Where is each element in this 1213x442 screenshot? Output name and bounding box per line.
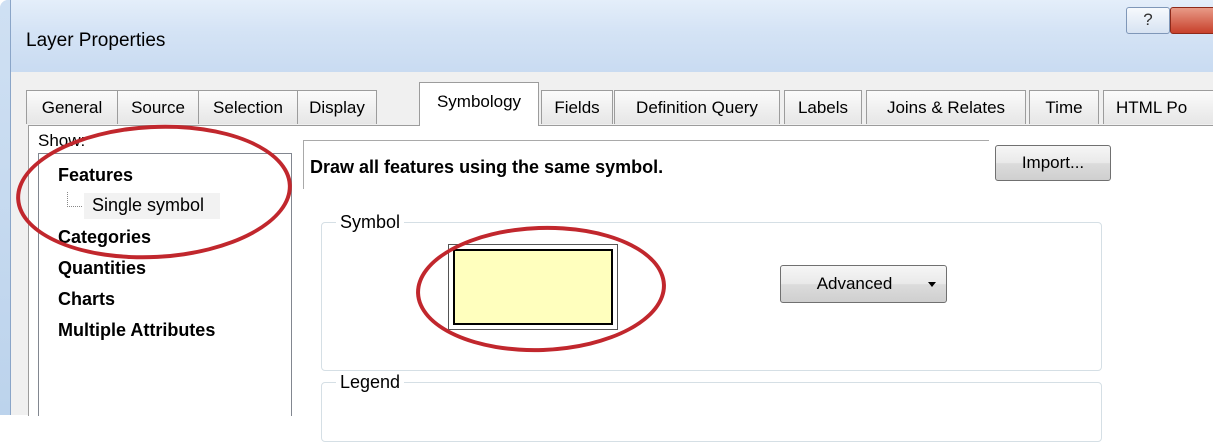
renderer-description: Draw all features using the same symbol. [310, 157, 664, 177]
layer-properties-dialog: Layer Properties ? General Source Select… [0, 0, 1213, 442]
tree-item-categories[interactable]: Categories [58, 227, 151, 248]
title-bar: Layer Properties ? [0, 0, 1213, 72]
symbol-fill-preview [453, 249, 613, 325]
symbol-group-label: Symbol [336, 212, 405, 233]
window-frame [0, 0, 11, 415]
tab-labels[interactable]: Labels [784, 90, 862, 124]
symbol-groupbox [321, 222, 1102, 371]
tab-definition-query[interactable]: Definition Query [614, 90, 780, 124]
tab-selection[interactable]: Selection [198, 90, 298, 124]
advanced-button[interactable]: Advanced [780, 265, 947, 303]
tree-item-features[interactable]: Features [58, 165, 133, 186]
tab-general[interactable]: General [26, 90, 118, 124]
tree-item-charts[interactable]: Charts [58, 289, 115, 310]
dropdown-arrow-icon [928, 282, 936, 287]
symbol-swatch-button[interactable] [448, 244, 618, 330]
advanced-label: Advanced [816, 274, 893, 293]
tab-strip: General Source Selection Display Symbolo… [26, 82, 1213, 126]
tree-item-single-symbol[interactable]: Single symbol [92, 195, 204, 216]
tab-html-popup[interactable]: HTML Po [1103, 90, 1213, 124]
tab-fields[interactable]: Fields [541, 90, 613, 124]
tree-connector-line [67, 192, 82, 207]
tab-joins-relates[interactable]: Joins & Relates [866, 90, 1026, 124]
tab-source[interactable]: Source [117, 90, 199, 124]
tree-item-quantities[interactable]: Quantities [58, 258, 146, 279]
tree-item-multiple-attributes[interactable]: Multiple Attributes [58, 320, 215, 341]
help-button[interactable]: ? [1126, 7, 1170, 34]
tab-time[interactable]: Time [1029, 90, 1099, 124]
close-button[interactable] [1170, 7, 1213, 34]
import-button[interactable]: Import... [995, 145, 1111, 181]
tab-display[interactable]: Display [297, 90, 377, 124]
dialog-title: Layer Properties [26, 30, 166, 51]
legend-group-label: Legend [336, 372, 405, 393]
show-label: Show: [38, 131, 86, 150]
tab-symbology[interactable]: Symbology [419, 82, 539, 126]
legend-groupbox [321, 382, 1102, 442]
